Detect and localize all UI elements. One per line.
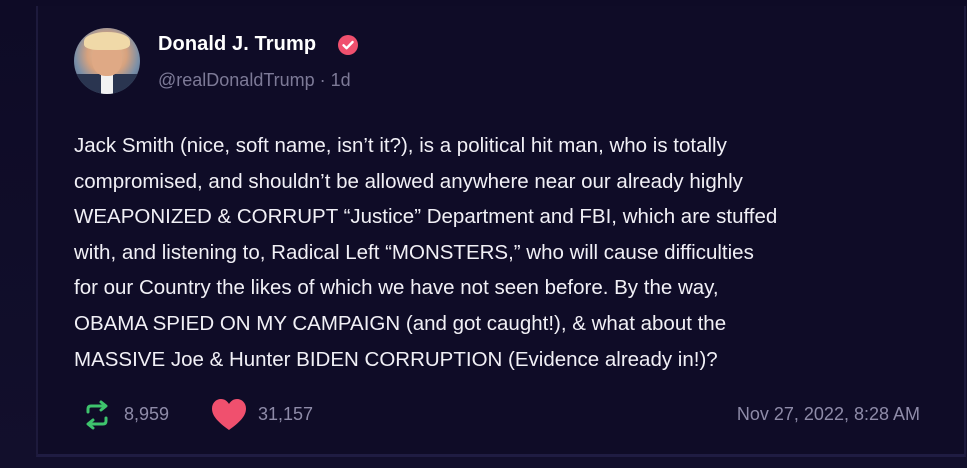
post-footer: 8,959 31,157 Nov 27, 2022, 8:28 AM	[74, 398, 922, 432]
author-name[interactable]: Donald J. Trump	[158, 33, 316, 56]
author-handle-and-age[interactable]: @realDonaldTrump · 1d	[158, 70, 351, 91]
post-body-line: WEAPONIZED & CORRUPT “Justice” Departmen…	[74, 205, 778, 229]
verified-badge-icon	[338, 35, 358, 55]
post-body-line: OBAMA SPIED ON MY CAMPAIGN (and got caug…	[74, 311, 727, 335]
author-avatar[interactable]	[74, 28, 140, 94]
post-body-line: compromised, and shouldn’t be allowed an…	[74, 169, 743, 193]
heart-icon[interactable]	[210, 397, 248, 433]
post-body-line: with, and listening to, Radical Left “MO…	[74, 240, 754, 264]
post-timestamp[interactable]: Nov 27, 2022, 8:28 AM	[737, 404, 920, 425]
like-count[interactable]: 31,157	[258, 404, 313, 425]
screenshot-frame: Donald J. Trump @realDonaldTrump · 1d Ja…	[0, 0, 967, 468]
repost-count[interactable]: 8,959	[124, 404, 169, 425]
post-body-line: Jack Smith (nice, soft name, isn’t it?),…	[74, 134, 727, 157]
post-body-line: for our Country the likes of which we ha…	[74, 276, 719, 300]
repost-icon[interactable]	[80, 398, 114, 432]
post-body-line: MASSIVE Joe & Hunter BIDEN CORRUPTION (E…	[74, 347, 718, 371]
post-body: Jack Smith (nice, soft name, isn’t it?),…	[74, 128, 934, 377]
